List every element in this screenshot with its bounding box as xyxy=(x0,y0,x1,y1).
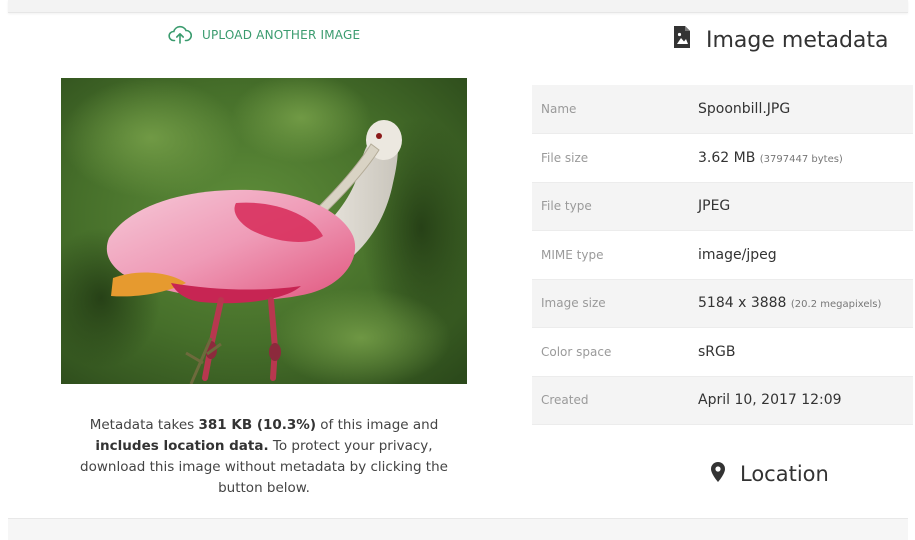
metadata-value-note: (20.2 megapixels) xyxy=(790,299,882,311)
privacy-text-2: of this image and xyxy=(316,417,439,433)
metadata-value-text: Spoonbill.JPG xyxy=(698,101,791,117)
location-heading: Location xyxy=(710,458,829,490)
metadata-size-bold: 381 KB (10.3%) xyxy=(198,417,316,433)
spoonbill-photo xyxy=(61,78,467,384)
top-strip xyxy=(8,0,908,13)
metadata-value: sRGB xyxy=(698,327,913,377)
metadata-label: MIME type xyxy=(532,230,698,280)
metadata-title: Image metadata xyxy=(706,27,889,53)
metadata-row: File type JPEG xyxy=(532,182,913,231)
upload-another-image-link[interactable]: UPLOAD ANOTHER IMAGE xyxy=(168,24,360,46)
metadata-label: Color space xyxy=(532,327,698,377)
upload-link-label: UPLOAD ANOTHER IMAGE xyxy=(202,28,361,42)
metadata-value-text: 5184 x 3888 xyxy=(698,295,787,312)
metadata-table: Name Spoonbill.JPG File size 3.62 MB (37974… xyxy=(532,85,913,425)
metadata-value-text: 3.62 MB xyxy=(698,149,756,166)
metadata-value-text: JPEG xyxy=(698,198,731,215)
metadata-value: 5184 x 3888 (20.2 megapixels) xyxy=(698,279,913,328)
privacy-note: Metadata takes 381 KB (10.3%) of this im… xyxy=(70,415,458,499)
metadata-label: Created xyxy=(532,376,698,425)
metadata-label: Image size xyxy=(532,279,698,328)
metadata-value-text: sRGB xyxy=(698,343,736,360)
metadata-value: 3.62 MB (3797447 bytes) xyxy=(698,133,913,183)
metadata-heading: Image metadata xyxy=(672,24,889,56)
cloud-upload-icon xyxy=(168,24,193,47)
metadata-value: April 10, 2017 12:09 xyxy=(698,376,913,425)
metadata-value-text: image/jpeg xyxy=(698,246,777,263)
metadata-row: File size 3.62 MB (3797447 bytes) xyxy=(532,133,913,183)
metadata-row: MIME type image/jpeg xyxy=(532,230,913,280)
metadata-value-text: April 10, 2017 12:09 xyxy=(698,392,842,409)
metadata-label: File size xyxy=(532,133,698,183)
location-title: Location xyxy=(740,462,829,486)
privacy-text-1: Metadata takes xyxy=(89,417,199,433)
map-marker-icon xyxy=(710,461,726,488)
metadata-value-note: (3797447 bytes) xyxy=(759,153,843,165)
metadata-value: image/jpeg xyxy=(698,230,913,280)
location-data-bold: includes location data. xyxy=(95,438,269,454)
metadata-row: Color space sRGB xyxy=(532,327,913,377)
metadata-label: Name xyxy=(532,85,698,134)
metadata-row: Image size 5184 x 3888 (20.2 megapixels) xyxy=(532,279,913,328)
metadata-row: Created April 10, 2017 12:09 xyxy=(532,376,913,425)
image-file-icon xyxy=(672,25,692,55)
metadata-value: Spoonbill.JPG xyxy=(698,85,913,134)
metadata-value: JPEG xyxy=(698,182,913,231)
bottom-strip xyxy=(8,518,908,540)
metadata-label: File type xyxy=(532,182,698,231)
metadata-row: Name Spoonbill.JPG xyxy=(532,85,913,134)
